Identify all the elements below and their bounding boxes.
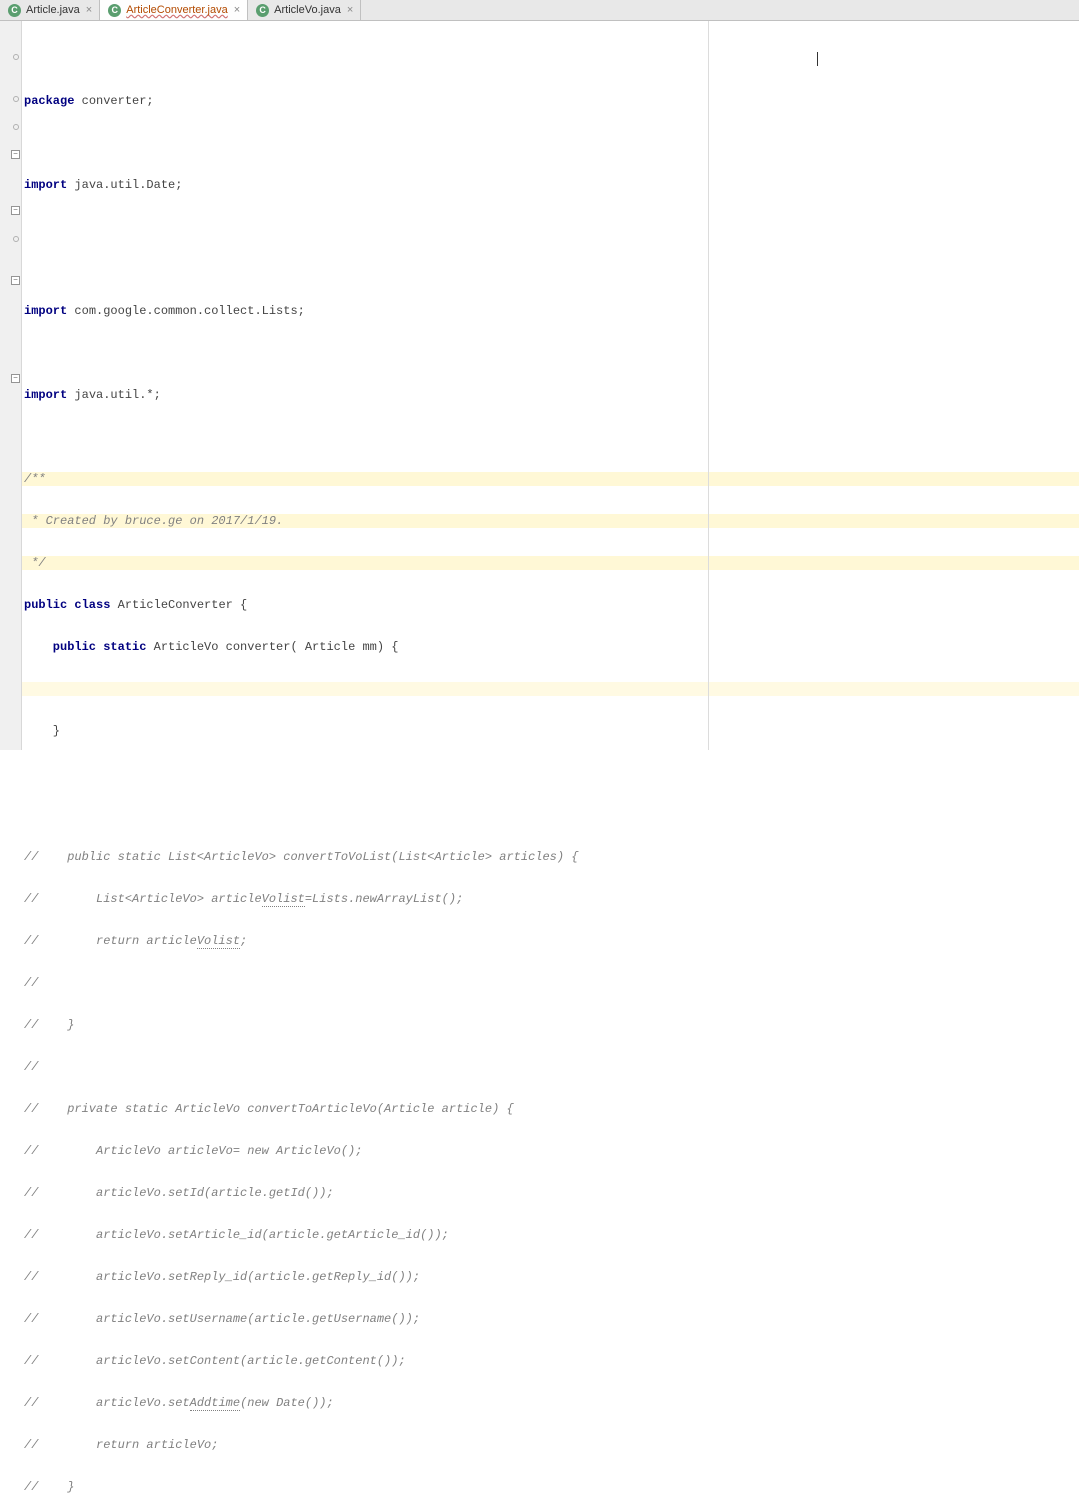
- comment: // articleVo.setReply_id(article.getRepl…: [24, 1270, 420, 1284]
- comment: // articleVo.setUsername(article.getUser…: [24, 1312, 420, 1326]
- comment: // private static ArticleVo convertToArt…: [24, 1102, 514, 1116]
- code-text: ArticleConverter {: [110, 598, 247, 612]
- javadoc: * Created by bruce.ge on 2017/1/19.: [24, 514, 283, 528]
- kw-package: package: [24, 94, 74, 108]
- comment: // articleVo.setArticle_id(article.getAr…: [24, 1228, 449, 1242]
- comment: // }: [24, 1018, 74, 1032]
- comment: // ArticleVo articleVo= new ArticleVo();: [24, 1144, 362, 1158]
- comment: // public static List<ArticleVo> convert…: [24, 850, 579, 864]
- code-text: java.util.*;: [67, 388, 161, 402]
- text-cursor: [817, 52, 818, 66]
- gutter-marker-icon[interactable]: [11, 52, 20, 61]
- comment: // articleVo.setAddtime(new Date());: [24, 1396, 334, 1411]
- right-margin-line: [708, 21, 709, 750]
- kw-public-static: public static: [24, 640, 146, 654]
- gutter-marker-icon[interactable]: [11, 234, 20, 243]
- comment: //: [24, 1060, 38, 1074]
- tab-label: ArticleVo.java: [274, 4, 341, 16]
- code-text: com.google.common.collect.Lists;: [67, 304, 305, 318]
- fold-toggle-icon[interactable]: [11, 206, 20, 215]
- method-name: converter: [226, 640, 291, 654]
- close-icon[interactable]: ×: [233, 5, 241, 16]
- comment: // articleVo.setContent(article.getConte…: [24, 1354, 406, 1368]
- tab-article[interactable]: C Article.java ×: [0, 0, 100, 20]
- fold-toggle-icon[interactable]: [11, 150, 20, 159]
- comment: // return articleVo;: [24, 1438, 218, 1452]
- kw-public-class: public class: [24, 598, 110, 612]
- brace: }: [24, 724, 60, 738]
- kw-import: import: [24, 304, 67, 318]
- code-text: ( Article mm) {: [290, 640, 398, 654]
- javadoc: */: [24, 556, 46, 570]
- code-editor[interactable]: package converter; import java.util.Date…: [22, 21, 1079, 750]
- fold-toggle-icon[interactable]: [11, 276, 20, 285]
- class-icon: C: [8, 4, 21, 17]
- close-icon[interactable]: ×: [85, 5, 93, 16]
- kw-import: import: [24, 178, 67, 192]
- comment: // }: [24, 1480, 74, 1494]
- tab-articlevo[interactable]: C ArticleVo.java ×: [248, 0, 361, 20]
- code-text: ArticleVo: [146, 640, 225, 654]
- kw-import: import: [24, 388, 67, 402]
- gutter-marker-icon[interactable]: [11, 122, 20, 131]
- tab-articleconverter[interactable]: C ArticleConverter.java ×: [100, 0, 248, 20]
- tab-label: ArticleConverter.java: [126, 4, 228, 16]
- comment: // List<ArticleVo> articleVolist=Lists.n…: [24, 892, 463, 907]
- class-icon: C: [108, 4, 121, 17]
- gutter[interactable]: [0, 21, 22, 750]
- code-text: java.util.Date;: [67, 178, 182, 192]
- javadoc: /**: [24, 472, 46, 486]
- tab-bar: C Article.java × C ArticleConverter.java…: [0, 0, 1079, 21]
- code-text: converter;: [74, 94, 153, 108]
- close-icon[interactable]: ×: [346, 5, 354, 16]
- tab-label: Article.java: [26, 4, 80, 16]
- fold-toggle-icon[interactable]: [11, 374, 20, 383]
- comment: // return articleVolist;: [24, 934, 247, 949]
- comment: //: [24, 976, 38, 990]
- gutter-marker-icon[interactable]: [11, 94, 20, 103]
- class-icon: C: [256, 4, 269, 17]
- workspace: package converter; import java.util.Date…: [0, 21, 1079, 750]
- comment: // articleVo.setId(article.getId());: [24, 1186, 334, 1200]
